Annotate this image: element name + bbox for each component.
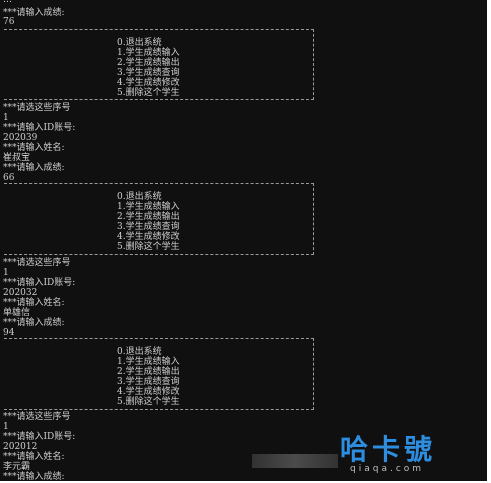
menu-list: 0.退出系统 1.学生成绩输入 2.学生成绩输出 3.学生成绩查询 4.学生成绩… bbox=[117, 347, 180, 407]
console-window: … ***请输入成绩: 76 0.退出系统 1.学生成绩输入 2.学生成绩输出 … bbox=[0, 0, 491, 483]
id-value: 202012 bbox=[3, 442, 38, 452]
id-value: 202039 bbox=[3, 133, 38, 143]
name-value: 崔叔宝 bbox=[3, 153, 31, 163]
blurred-region bbox=[252, 454, 338, 468]
select-prompt: ***请选这些序号 bbox=[3, 103, 71, 113]
menu-item-delete: 5.删除这个学生 bbox=[117, 397, 180, 407]
menu-item-delete: 5.删除这个学生 bbox=[117, 88, 180, 98]
select-value: 1 bbox=[3, 268, 9, 278]
menu-item-output: 2.学生成绩输出 bbox=[117, 212, 180, 222]
name-value: 单雄信 bbox=[3, 308, 31, 318]
menu-box-2: 0.退出系统 1.学生成绩输入 2.学生成绩输出 3.学生成绩查询 4.学生成绩… bbox=[4, 183, 314, 255]
id-prompt: ***请输入ID账号: bbox=[3, 123, 76, 133]
menu-item-input: 1.学生成绩输入 bbox=[117, 202, 180, 212]
menu-item-input: 1.学生成绩输入 bbox=[117, 357, 180, 367]
menu-item-output: 2.学生成绩输出 bbox=[117, 367, 180, 377]
name-prompt: ***请输入姓名: bbox=[3, 452, 65, 462]
menu-list: 0.退出系统 1.学生成绩输入 2.学生成绩输出 3.学生成绩查询 4.学生成绩… bbox=[117, 38, 180, 98]
name-value: 李元霸 bbox=[3, 462, 31, 472]
menu-item-exit: 0.退出系统 bbox=[117, 38, 162, 48]
select-prompt: ***请选这些序号 bbox=[3, 258, 71, 268]
frame-border-right bbox=[487, 0, 491, 483]
score-prompt: ***请输入成绩: bbox=[3, 318, 65, 328]
score-value: 66 bbox=[3, 173, 15, 183]
menu-item-output: 2.学生成绩输出 bbox=[117, 58, 180, 68]
menu-item-input: 1.学生成绩输入 bbox=[117, 48, 180, 58]
menu-item-modify: 4.学生成绩修改 bbox=[117, 387, 180, 397]
menu-item-modify: 4.学生成绩修改 bbox=[117, 78, 180, 88]
console-line-prev: … bbox=[3, 0, 12, 5]
menu-box-1: 0.退出系统 1.学生成绩输入 2.学生成绩输出 3.学生成绩查询 4.学生成绩… bbox=[4, 29, 314, 100]
menu-item-query: 3.学生成绩查询 bbox=[117, 68, 180, 78]
top-score-value: 76 bbox=[3, 17, 15, 27]
menu-item-exit: 0.退出系统 bbox=[117, 347, 162, 357]
select-prompt: ***请选这些序号 bbox=[3, 412, 71, 422]
watermark-domain: qiaqa.com bbox=[350, 464, 425, 474]
name-prompt: ***请输入姓名: bbox=[3, 143, 65, 153]
watermark-logo: 哈卡號 bbox=[340, 433, 437, 466]
menu-item-query: 3.学生成绩查询 bbox=[117, 377, 180, 387]
menu-item-query: 3.学生成绩查询 bbox=[117, 222, 180, 232]
select-value: 1 bbox=[3, 113, 9, 123]
menu-box-3: 0.退出系统 1.学生成绩输入 2.学生成绩输出 3.学生成绩查询 4.学生成绩… bbox=[4, 338, 314, 410]
menu-item-exit: 0.退出系统 bbox=[117, 192, 162, 202]
select-value: 1 bbox=[3, 422, 9, 432]
watermark: 哈卡號 qiaqa.com bbox=[340, 435, 490, 481]
id-value: 202032 bbox=[3, 288, 38, 298]
menu-item-modify: 4.学生成绩修改 bbox=[117, 232, 180, 242]
menu-item-delete: 5.删除这个学生 bbox=[117, 242, 180, 252]
id-prompt: ***请输入ID账号: bbox=[3, 432, 76, 442]
score-value: 94 bbox=[3, 328, 15, 338]
score-prompt: ***请输入成绩: bbox=[3, 163, 65, 173]
menu-list: 0.退出系统 1.学生成绩输入 2.学生成绩输出 3.学生成绩查询 4.学生成绩… bbox=[117, 192, 180, 252]
name-prompt: ***请输入姓名: bbox=[3, 298, 65, 308]
id-prompt: ***请输入ID账号: bbox=[3, 278, 76, 288]
